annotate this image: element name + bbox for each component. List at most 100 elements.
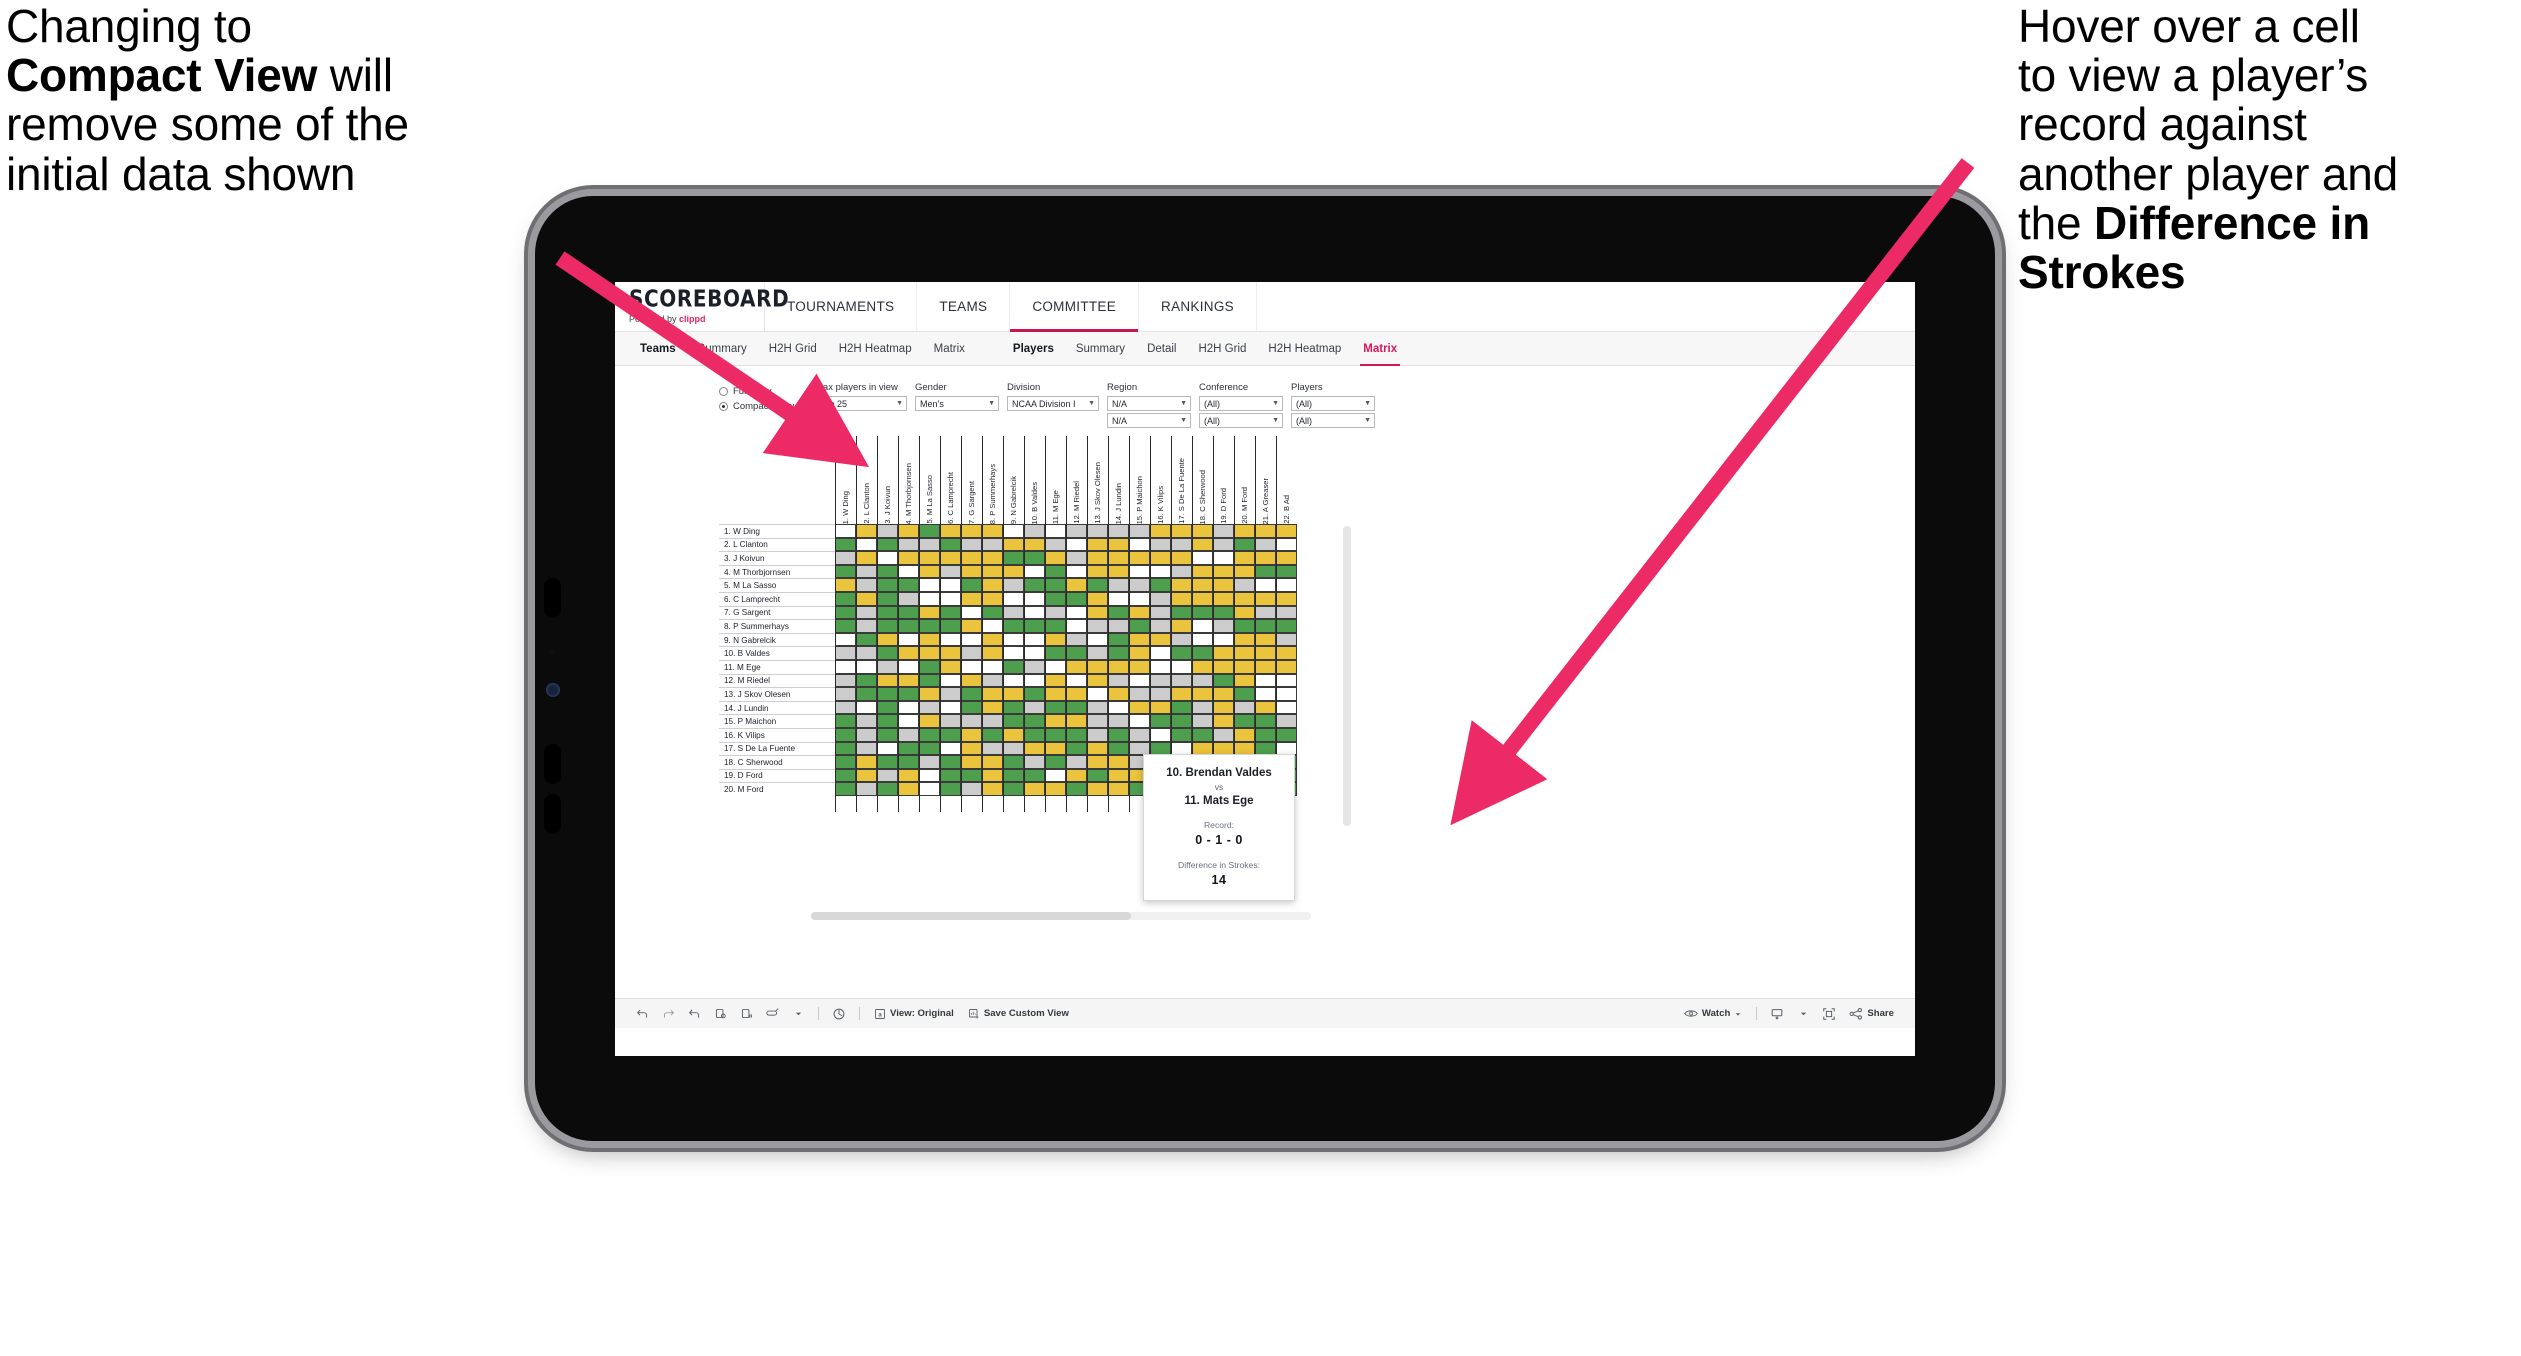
matrix-cell[interactable] [1255,605,1276,620]
matrix-cell[interactable] [1087,551,1108,565]
matrix-row-label[interactable]: 14. J Lundin [719,700,835,715]
matrix-cell[interactable] [1276,524,1297,538]
matrix-cell[interactable] [877,700,898,715]
revert-icon[interactable] [681,999,707,1029]
matrix-cell[interactable] [898,755,919,769]
matrix-cell[interactable] [1213,687,1234,701]
matrix-col-header[interactable]: 9. N Gabrelcik [1003,436,1024,524]
matrix-cell[interactable] [1213,659,1234,674]
matrix-cell[interactable] [1171,687,1192,701]
matrix-cell[interactable] [1213,537,1234,552]
matrix-cell[interactable] [982,619,1003,633]
matrix-cell[interactable] [1255,551,1276,565]
matrix-cell[interactable] [1024,578,1045,592]
matrix-cell[interactable] [877,741,898,756]
matrix-cell[interactable] [1150,632,1171,647]
matrix-cell[interactable] [982,714,1003,728]
matrix-cell[interactable] [961,687,982,701]
matrix-cell[interactable] [1045,537,1066,552]
matrix-cell[interactable] [1108,659,1129,674]
matrix-cell[interactable] [1255,524,1276,538]
matrix-cell[interactable] [1066,605,1087,620]
matrix-col-header[interactable]: 4. M Thorbjornsen [898,436,919,524]
matrix-cell[interactable] [1066,632,1087,647]
matrix-cell[interactable] [1024,524,1045,538]
matrix-cell[interactable] [1003,768,1024,783]
matrix-cell[interactable] [1045,659,1066,674]
matrix-cell[interactable] [1171,659,1192,674]
matrix-cell[interactable] [1066,564,1087,579]
matrix-cell[interactable] [1045,646,1066,660]
matrix-cell[interactable] [835,619,856,633]
matrix-cell[interactable] [961,524,982,538]
matrix-row-label[interactable]: 18. C Sherwood [719,755,835,769]
matrix-cell[interactable] [1024,605,1045,620]
view-original-button[interactable]: a View: Original [867,1008,961,1020]
matrix-cell[interactable] [1003,605,1024,620]
matrix-cell[interactable] [835,591,856,606]
matrix-cell[interactable] [1276,714,1297,728]
radio-full-view[interactable]: Full View [719,386,815,397]
matrix-cell[interactable] [1108,687,1129,701]
matrix-cell[interactable] [1066,768,1087,783]
matrix-cell[interactable] [1129,564,1150,579]
matrix-cell[interactable] [1150,551,1171,565]
matrix-cell[interactable] [1066,673,1087,688]
matrix-cell[interactable] [1108,714,1129,728]
matrix-cell[interactable] [1108,646,1129,660]
matrix-cell[interactable] [919,659,940,674]
matrix-cell[interactable] [1150,564,1171,579]
matrix-cell[interactable] [919,537,940,552]
matrix-cell[interactable] [856,700,877,715]
matrix-cell[interactable] [1150,619,1171,633]
matrix-cell[interactable] [835,673,856,688]
tablet-volume-up-button[interactable] [544,744,561,784]
matrix-cell[interactable] [1087,700,1108,715]
matrix-cell[interactable] [835,632,856,647]
subnav-item-matrix[interactable]: Matrix [1352,332,1408,366]
matrix-cell[interactable] [1234,687,1255,701]
matrix-cell[interactable] [919,768,940,783]
matrix-cell[interactable] [961,537,982,552]
matrix-cell[interactable] [1045,755,1066,769]
fullscreen-icon[interactable] [1816,999,1842,1029]
matrix-col-header[interactable]: 1. W Ding [835,436,856,524]
matrix-cell[interactable] [1192,591,1213,606]
undo-icon[interactable] [629,999,655,1029]
matrix-col-header[interactable]: 18. C Sherwood [1192,436,1213,524]
tablet-volume-down-button[interactable] [544,794,561,834]
matrix-col-header[interactable]: 2. L Clanton [856,436,877,524]
matrix-cell[interactable] [961,564,982,579]
matrix-cell[interactable] [961,578,982,592]
matrix-cell[interactable] [1192,605,1213,620]
matrix-cell[interactable] [856,768,877,783]
matrix-cell[interactable] [961,714,982,728]
matrix-row-label[interactable]: 12. M Riedel [719,673,835,688]
matrix-cell[interactable] [1192,659,1213,674]
matrix-cell[interactable] [1003,755,1024,769]
matrix-cell[interactable] [1255,591,1276,606]
matrix-cell[interactable] [1108,578,1129,592]
matrix-cell[interactable] [877,619,898,633]
matrix-cell[interactable] [1045,578,1066,592]
matrix-cell[interactable] [919,605,940,620]
matrix-cell[interactable] [1024,768,1045,783]
matrix-cell[interactable] [898,741,919,756]
matrix-cell[interactable] [1150,537,1171,552]
matrix-cell[interactable] [1234,591,1255,606]
matrix-cell[interactable] [1192,687,1213,701]
matrix-row-label[interactable]: 17. S De La Fuente [719,741,835,756]
matrix-cell[interactable] [919,782,940,796]
matrix-cell[interactable] [898,537,919,552]
matrix-cell[interactable] [1108,632,1129,647]
matrix-cell[interactable] [1087,524,1108,538]
matrix-cell[interactable] [1213,605,1234,620]
matrix-cell[interactable] [1108,741,1129,756]
matrix-cell[interactable] [1108,605,1129,620]
highlight-icon[interactable] [759,999,785,1029]
matrix-cell[interactable] [940,578,961,592]
matrix-cell[interactable] [982,768,1003,783]
matrix-cell[interactable] [1003,537,1024,552]
matrix-cell[interactable] [1024,700,1045,715]
matrix-cell[interactable] [1045,741,1066,756]
